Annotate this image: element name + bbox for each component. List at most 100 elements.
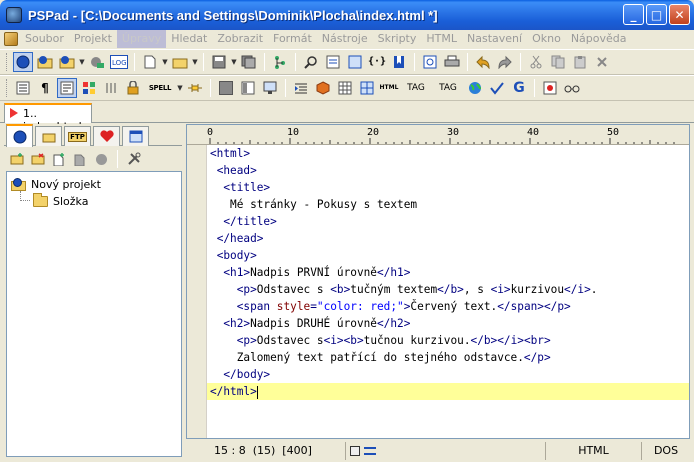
code-line[interactable]: <body> bbox=[207, 247, 689, 264]
bookmarks-icon[interactable] bbox=[389, 52, 409, 72]
block-gray-icon[interactable] bbox=[216, 78, 236, 98]
copy-icon[interactable] bbox=[548, 52, 568, 72]
remove-file-icon[interactable] bbox=[71, 150, 89, 168]
project-tab-icon[interactable] bbox=[6, 124, 33, 147]
matching-bracket-icon[interactable]: {·} bbox=[367, 52, 387, 72]
html-txt-icon[interactable]: HTML bbox=[379, 78, 399, 98]
code-line[interactable]: <p>Odstavec s<i><b>tučnou kurzivou.</b><… bbox=[207, 332, 689, 349]
menu-nastaveni[interactable]: Nastavení bbox=[462, 30, 527, 48]
explorer-icon[interactable] bbox=[87, 52, 107, 72]
menu-soubor[interactable]: Soubor bbox=[20, 30, 69, 48]
new-file-icon[interactable] bbox=[140, 52, 160, 72]
project-panel-toggle-icon[interactable] bbox=[13, 52, 33, 72]
tools-icon[interactable] bbox=[79, 78, 99, 98]
code-editor[interactable]: 0 10 20 30 40 50 <html> <head> <title> Mé str… bbox=[186, 124, 690, 439]
tag-end-icon[interactable]: TAG bbox=[433, 78, 463, 98]
menu-upravy[interactable]: Úpravy bbox=[116, 30, 167, 48]
add-file-icon[interactable] bbox=[50, 150, 68, 168]
indent-icon[interactable] bbox=[291, 78, 311, 98]
menu-projekt[interactable]: Projekt bbox=[69, 30, 117, 48]
code-explorer-icon[interactable] bbox=[270, 52, 290, 72]
spell-check-icon[interactable]: SPELL bbox=[145, 78, 175, 98]
pin-icon[interactable] bbox=[185, 78, 205, 98]
project-options-icon[interactable] bbox=[57, 52, 77, 72]
save-all-icon[interactable] bbox=[239, 52, 259, 72]
document-menu-icon[interactable] bbox=[4, 32, 18, 46]
highlighter-name[interactable]: HTML bbox=[546, 442, 642, 460]
lines-icon[interactable] bbox=[364, 447, 376, 455]
log-window-icon[interactable]: LOG bbox=[109, 52, 129, 72]
color-picker-icon[interactable] bbox=[313, 78, 333, 98]
open-file-icon[interactable] bbox=[170, 52, 190, 72]
tree-root-item[interactable]: Nový projekt bbox=[11, 176, 181, 193]
code-line[interactable]: Zalomený text patřící do stejného odstav… bbox=[207, 349, 689, 366]
code-line[interactable]: </html> bbox=[207, 383, 689, 400]
chevron-down-icon[interactable]: ▼ bbox=[78, 58, 86, 66]
menu-hledat[interactable]: Hledat bbox=[166, 30, 212, 48]
chevron-down-icon[interactable]: ▼ bbox=[191, 58, 199, 66]
redo-icon[interactable] bbox=[495, 52, 515, 72]
maximize-button[interactable]: □ bbox=[646, 4, 667, 25]
code-line[interactable]: <h1>Nadpis PRVNÍ úrovně</h1> bbox=[207, 264, 689, 281]
code-line[interactable]: <head> bbox=[207, 162, 689, 179]
close-button[interactable]: ✕ bbox=[669, 4, 690, 25]
chevron-down-icon[interactable]: ▼ bbox=[230, 58, 238, 66]
menu-html[interactable]: HTML bbox=[421, 30, 462, 48]
chevron-down-icon[interactable]: ▼ bbox=[161, 58, 169, 66]
folder-tab-icon[interactable] bbox=[35, 126, 62, 146]
line-gutter[interactable] bbox=[187, 145, 207, 438]
menu-format[interactable]: Formát bbox=[268, 30, 317, 48]
ftp-tab-icon[interactable]: FTP bbox=[64, 126, 91, 146]
cut-icon[interactable] bbox=[526, 52, 546, 72]
save-icon[interactable] bbox=[209, 52, 229, 72]
lock-icon[interactable] bbox=[123, 78, 143, 98]
menu-napoveda[interactable]: Nápověda bbox=[566, 30, 632, 48]
grid-icon[interactable] bbox=[357, 78, 377, 98]
code-line[interactable]: <span style="color: red;">Červený text.<… bbox=[207, 298, 689, 315]
code-line[interactable]: </head> bbox=[207, 230, 689, 247]
delete-icon[interactable] bbox=[592, 52, 612, 72]
code-line[interactable]: <p>Odstavec s <b>tučným textem</b>, s <i… bbox=[207, 281, 689, 298]
paste-icon[interactable] bbox=[570, 52, 590, 72]
save-state-icon[interactable] bbox=[350, 446, 360, 456]
globe-icon[interactable] bbox=[465, 78, 485, 98]
chevron-down-icon[interactable]: ▼ bbox=[176, 84, 184, 92]
project-settings-icon[interactable] bbox=[125, 150, 143, 168]
menu-zobrazit[interactable]: Zobrazit bbox=[212, 30, 268, 48]
tree-folder-item[interactable]: Složka bbox=[11, 191, 181, 210]
record-macro-icon[interactable] bbox=[540, 78, 560, 98]
glasses-icon[interactable] bbox=[562, 78, 582, 98]
code-line[interactable]: <title> bbox=[207, 179, 689, 196]
code-line[interactable]: <h2>Nadpis DRUHÉ úrovně</h2> bbox=[207, 315, 689, 332]
google-icon[interactable]: G bbox=[509, 78, 529, 98]
word-wrap-icon[interactable] bbox=[57, 78, 77, 98]
special-chars-icon[interactable]: ¶ bbox=[35, 78, 55, 98]
tag-icon[interactable]: TAG bbox=[401, 78, 431, 98]
toolbar-grip[interactable] bbox=[6, 53, 9, 71]
code-line[interactable]: </title> bbox=[207, 213, 689, 230]
favorites-tab-icon[interactable] bbox=[93, 126, 120, 146]
tab-index-html[interactable]: 1.. index.html bbox=[4, 103, 92, 133]
menu-nastroje[interactable]: Nástroje bbox=[317, 30, 373, 48]
validator-icon[interactable] bbox=[487, 78, 507, 98]
find-in-files-icon[interactable] bbox=[345, 52, 365, 72]
code-line[interactable]: <html> bbox=[207, 145, 689, 162]
windows-tab-icon[interactable] bbox=[122, 126, 149, 146]
undo-icon[interactable] bbox=[473, 52, 493, 72]
title-bar[interactable]: PSPad - [C:\Documents and Settings\Domin… bbox=[0, 0, 694, 30]
preview-icon[interactable] bbox=[420, 52, 440, 72]
menu-okno[interactable]: Okno bbox=[527, 30, 566, 48]
minimize-button[interactable]: _ bbox=[623, 4, 644, 25]
print-icon[interactable] bbox=[442, 52, 462, 72]
layout-icon[interactable] bbox=[238, 78, 258, 98]
line-ending-format[interactable]: DOS bbox=[642, 442, 690, 460]
column-icon[interactable] bbox=[101, 78, 121, 98]
hex-edit-icon[interactable] bbox=[13, 78, 33, 98]
remove-folder-icon[interactable] bbox=[29, 150, 47, 168]
toolbar-grip[interactable] bbox=[6, 79, 9, 97]
code-line[interactable]: </body> bbox=[207, 366, 689, 383]
code-line[interactable]: Mé stránky - Pokusy s textem bbox=[207, 196, 689, 213]
menu-skripty[interactable]: Skripty bbox=[373, 30, 422, 48]
add-folder-icon[interactable] bbox=[8, 150, 26, 168]
code-text[interactable]: <html> <head> <title> Mé stránky - Pokus… bbox=[207, 145, 689, 438]
